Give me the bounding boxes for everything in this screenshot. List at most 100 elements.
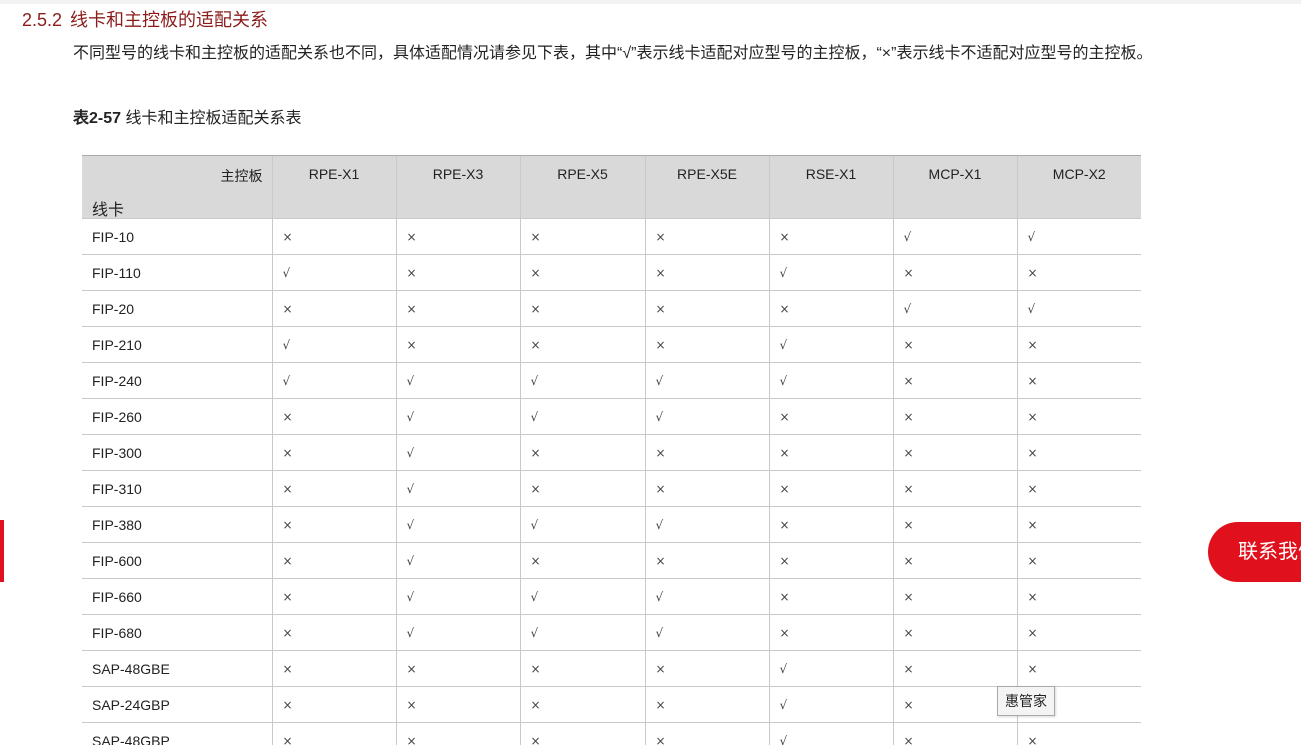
section-title: 2.5.2 线卡和主控板的适配关系 [22, 6, 268, 32]
table-body: FIP-10 × × × × × √ √ FIP-110 √ × × × √ × × FIP-20 × × × × × √ √… [82, 218, 1141, 745]
column-header: MCP-X2 [1016, 155, 1141, 219]
column-header: RPE-X1 [271, 155, 396, 219]
compat-mark: √ [519, 614, 645, 651]
compat-mark: √ [271, 254, 396, 291]
table-row: FIP-310 × √ × × × × × [82, 470, 1141, 507]
compat-mark: × [644, 218, 769, 255]
line-card-name: SAP-48GBE [82, 650, 272, 687]
contact-us-button[interactable]: 联系我们 [1208, 522, 1301, 582]
compat-mark: √ [892, 218, 1017, 255]
compat-mark: √ [644, 506, 769, 543]
line-card-name: FIP-600 [82, 542, 272, 579]
line-card-name: FIP-310 [82, 470, 272, 507]
compat-mark: × [1016, 614, 1141, 651]
compat-mark: × [271, 578, 396, 615]
compat-mark: × [519, 650, 645, 687]
compat-mark: √ [1016, 218, 1141, 255]
intro-paragraph: 不同型号的线卡和主控板的适配关系也不同，具体适配情况请参见下表，其中“√”表示线… [73, 45, 1153, 62]
compat-mark: × [644, 326, 769, 363]
compat-mark: √ [395, 506, 520, 543]
compat-mark: × [1016, 542, 1141, 579]
line-card-name: FIP-110 [82, 254, 272, 291]
table-row: FIP-210 √ × × × √ × × [82, 326, 1141, 363]
compat-mark: × [892, 578, 1017, 615]
compat-mark: √ [1016, 290, 1141, 327]
compat-mark: × [1016, 578, 1141, 615]
compat-mark: × [395, 650, 520, 687]
compat-mark: √ [395, 542, 520, 579]
compat-mark: × [395, 722, 520, 745]
table-header-row: 主控板 线卡 RPE-X1 RPE-X3 RPE-X5 RPE-X5E RSE-… [82, 155, 1141, 219]
line-card-name: FIP-10 [82, 218, 272, 255]
table-caption-title: 线卡和主控板适配关系表 [125, 110, 302, 127]
compat-mark: × [892, 614, 1017, 651]
compat-mark: √ [768, 326, 893, 363]
table-row: FIP-110 √ × × × √ × × [82, 254, 1141, 291]
compat-mark: × [644, 470, 769, 507]
compat-mark: √ [519, 506, 645, 543]
line-card-name: FIP-210 [82, 326, 272, 363]
compat-mark: √ [395, 434, 520, 471]
compat-mark: × [1016, 506, 1141, 543]
compat-mark: × [1016, 470, 1141, 507]
compat-mark: √ [768, 650, 893, 687]
table-row: FIP-680 × √ √ √ × × × [82, 614, 1141, 651]
compat-mark: × [892, 398, 1017, 435]
compat-mark: √ [768, 686, 893, 723]
compat-mark: × [644, 722, 769, 745]
compat-mark: × [644, 542, 769, 579]
compat-mark: √ [644, 362, 769, 399]
compat-mark: × [768, 398, 893, 435]
compat-mark: × [768, 542, 893, 579]
table-row: SAP-48GBE × × × × √ × × [82, 650, 1141, 687]
compat-mark: × [395, 254, 520, 291]
compat-mark: × [271, 722, 396, 745]
compat-mark: √ [395, 578, 520, 615]
compat-mark: × [395, 686, 520, 723]
compat-mark: × [519, 434, 645, 471]
compat-mark: × [519, 542, 645, 579]
table-row: FIP-600 × √ × × × × × [82, 542, 1141, 579]
compat-mark: √ [768, 362, 893, 399]
compat-mark: √ [644, 614, 769, 651]
compat-mark: √ [271, 326, 396, 363]
compat-mark: √ [892, 290, 1017, 327]
compat-mark: × [768, 578, 893, 615]
compat-mark: √ [519, 362, 645, 399]
compat-mark: √ [271, 362, 396, 399]
compat-mark: × [644, 686, 769, 723]
compat-mark: × [271, 218, 396, 255]
compat-mark: × [768, 470, 893, 507]
table-caption: 表2-57 线卡和主控板适配关系表 [73, 104, 302, 128]
compat-mark: × [1016, 254, 1141, 291]
line-card-name: FIP-680 [82, 614, 272, 651]
compat-mark: × [892, 722, 1017, 745]
column-header: RPE-X3 [395, 155, 520, 219]
line-card-name: SAP-24GBP [82, 686, 272, 723]
compat-mark: × [1016, 650, 1141, 687]
compat-mark: × [892, 362, 1017, 399]
table-caption-number: 表2-57 [73, 110, 122, 127]
line-card-name: FIP-300 [82, 434, 272, 471]
compatibility-table: 主控板 线卡 RPE-X1 RPE-X3 RPE-X5 RPE-X5E RSE-… [82, 155, 1141, 745]
compat-mark: × [768, 290, 893, 327]
line-card-name: FIP-380 [82, 506, 272, 543]
compat-mark: × [892, 326, 1017, 363]
table-row: SAP-24GBP × × × × √ × [82, 686, 1141, 723]
compat-mark: × [271, 506, 396, 543]
compat-mark: × [1016, 326, 1141, 363]
compat-mark: × [271, 290, 396, 327]
table-row: FIP-380 × √ √ √ × × × [82, 506, 1141, 543]
table-row: FIP-10 × × × × × √ √ [82, 218, 1141, 255]
tooltip: 惠管家 [997, 686, 1055, 716]
column-header: RSE-X1 [768, 155, 893, 219]
compat-mark: × [519, 722, 645, 745]
left-side-tab[interactable] [0, 520, 4, 582]
compat-mark: × [892, 506, 1017, 543]
compat-mark: × [644, 650, 769, 687]
compat-mark: × [1016, 434, 1141, 471]
compat-mark: √ [395, 470, 520, 507]
corner-label-line-card: 线卡 [92, 202, 125, 219]
compat-mark: × [395, 326, 520, 363]
compat-mark: × [271, 650, 396, 687]
